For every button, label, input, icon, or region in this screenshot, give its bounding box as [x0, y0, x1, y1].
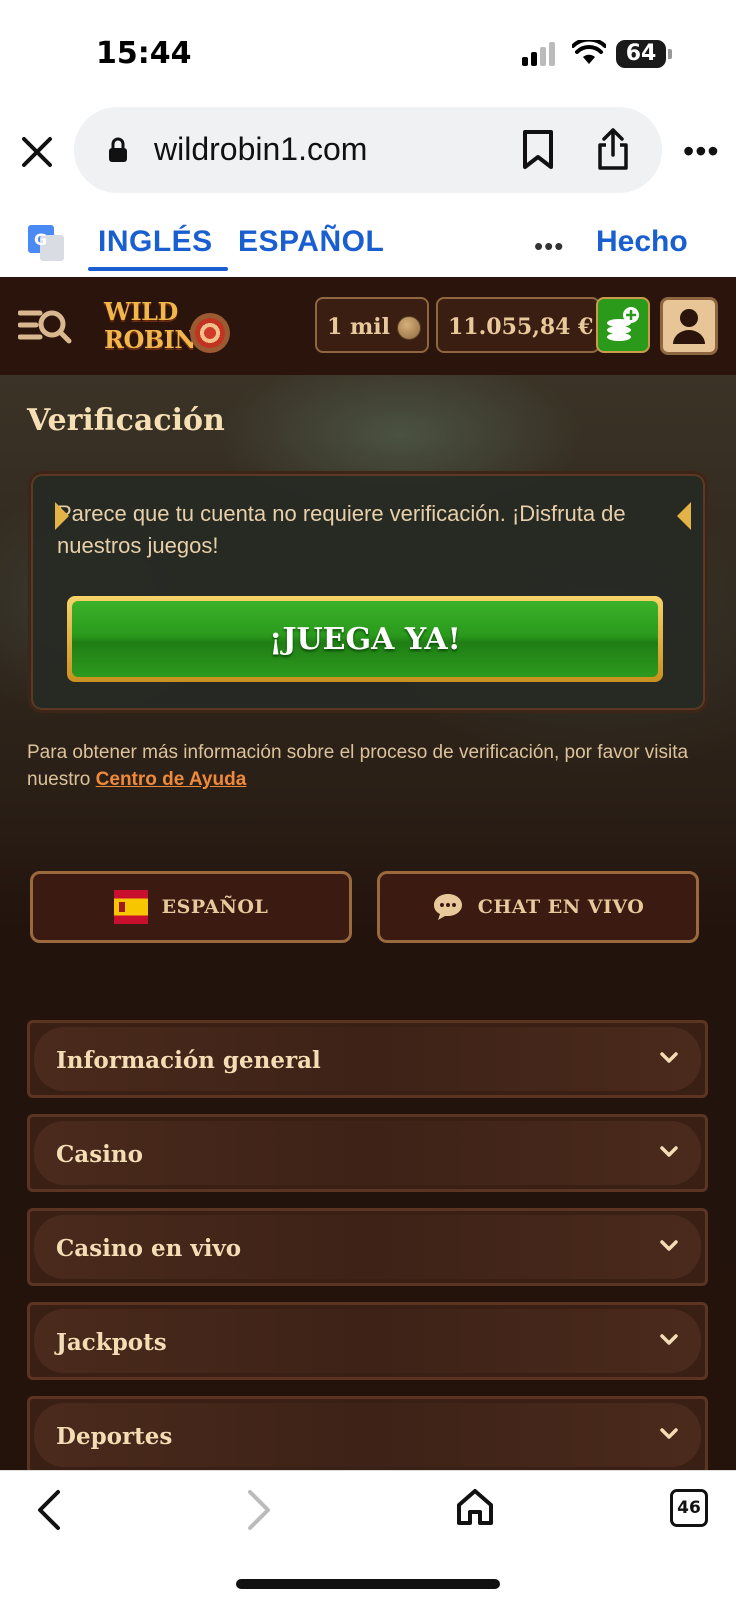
bookmark-icon[interactable]	[522, 129, 554, 171]
logo-text-bottom: ROBIN	[104, 325, 196, 354]
tab-target-language[interactable]: ESPAÑOL	[238, 225, 384, 259]
browser-bottom-bar: 46	[0, 1470, 736, 1601]
chevron-down-icon	[660, 1240, 678, 1251]
play-button-right-ornament	[677, 502, 691, 530]
accordion-label: Deportes	[56, 1423, 173, 1450]
home-icon[interactable]	[456, 1487, 494, 1527]
wifi-icon	[572, 40, 606, 64]
back-icon[interactable]	[34, 1489, 64, 1531]
play-now-button[interactable]: ¡JUEGA YA!	[67, 596, 663, 682]
play-button-left-ornament	[55, 502, 69, 530]
signal-icon	[522, 42, 558, 66]
active-tab-indicator	[88, 267, 228, 271]
page-title: Verificación	[27, 403, 225, 438]
tab-source-language[interactable]: INGLÉS	[98, 225, 213, 259]
battery-indicator: 64	[616, 40, 666, 68]
live-chat-label: CHAT EN VIVO	[477, 896, 645, 918]
help-center-link[interactable]: Centro de Ayuda	[96, 769, 247, 790]
close-icon[interactable]	[18, 133, 56, 171]
chevron-down-icon	[660, 1052, 678, 1063]
target-icon	[190, 313, 230, 353]
more-options-icon[interactable]: •••	[683, 135, 720, 167]
main-content: Verificación Parece que tu cuenta no req…	[0, 375, 736, 1470]
accordion-label: Casino	[56, 1141, 143, 1168]
site-header: WILD ROBIN 1 mil 11.055,84 €	[0, 277, 736, 377]
accordion-label: Información general	[56, 1047, 321, 1074]
status-bar: 15:44 64	[0, 0, 736, 105]
chat-icon	[433, 894, 462, 920]
accordion-sports[interactable]: Deportes	[27, 1396, 708, 1470]
language-label: ESPAÑOL	[161, 896, 269, 918]
accordion-live-casino[interactable]: Casino en vivo	[27, 1208, 708, 1286]
deposit-button[interactable]	[596, 297, 650, 353]
chevron-down-icon	[660, 1428, 678, 1439]
address-bar[interactable]: wildrobin1.com	[74, 107, 662, 193]
battery-tip	[668, 49, 672, 59]
browser-toolbar: wildrobin1.com •••	[0, 105, 736, 195]
coin-icon	[397, 316, 421, 340]
done-button[interactable]: Hecho	[596, 225, 688, 259]
accordion-general-info[interactable]: Información general	[27, 1020, 708, 1098]
balance-value: 11.055,84 €	[448, 314, 594, 340]
forward-icon[interactable]	[244, 1489, 274, 1531]
translate-more-icon[interactable]: •••	[534, 231, 564, 262]
verification-message: Parece que tu cuenta no requiere verific…	[57, 501, 626, 558]
chevron-down-icon	[660, 1146, 678, 1157]
user-icon	[673, 309, 705, 344]
chevron-down-icon	[660, 1334, 678, 1345]
translate-bar: G INGLÉS ESPAÑOL ••• Hecho	[0, 195, 736, 277]
cash-balance[interactable]: 11.055,84 €	[436, 297, 600, 353]
deposit-icon	[607, 307, 639, 341]
url-text: wildrobin1.com	[154, 131, 368, 167]
lock-icon	[109, 137, 127, 162]
clock: 15:44	[96, 36, 192, 71]
menu-search-icon[interactable]	[18, 307, 72, 347]
coins-value: 1 mil	[327, 314, 390, 340]
profile-button[interactable]	[660, 297, 718, 355]
live-chat-button[interactable]: CHAT EN VIVO	[377, 871, 699, 943]
tabs-button[interactable]: 46	[670, 1489, 708, 1527]
coins-balance[interactable]: 1 mil	[315, 297, 429, 353]
verification-info: Para obtener más información sobre el pr…	[27, 739, 717, 793]
spain-flag-icon	[113, 890, 148, 924]
google-translate-icon: G	[28, 225, 64, 261]
share-icon[interactable]	[596, 127, 630, 171]
verification-card: Parece que tu cuenta no requiere verific…	[28, 471, 708, 713]
accordion-label: Casino en vivo	[56, 1235, 242, 1262]
accordion-label: Jackpots	[56, 1329, 167, 1356]
logo-text-top: WILD	[104, 297, 178, 326]
language-button[interactable]: ESPAÑOL	[30, 871, 352, 943]
home-indicator	[236, 1579, 500, 1589]
accordion-casino[interactable]: Casino	[27, 1114, 708, 1192]
accordion-jackpots[interactable]: Jackpots	[27, 1302, 708, 1380]
site-logo[interactable]: WILD ROBIN	[102, 295, 232, 359]
svg-text:G: G	[34, 230, 47, 249]
play-now-label: ¡JUEGA YA!	[72, 601, 658, 677]
